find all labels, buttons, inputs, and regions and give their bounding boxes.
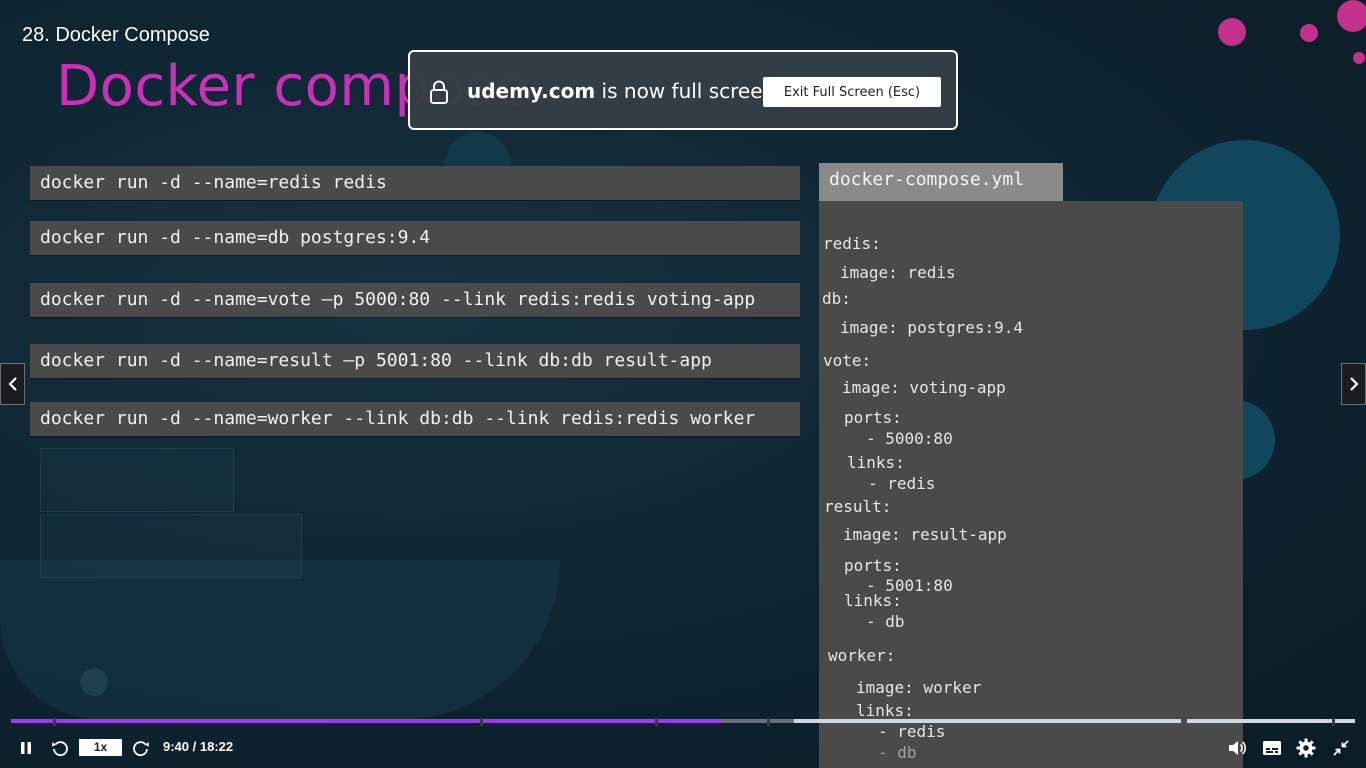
- bg-docker-whale: [40, 448, 234, 512]
- exit-fullscreen-player-button[interactable]: [1330, 737, 1352, 759]
- yml-line: links:: [844, 591, 902, 610]
- chapter-marker[interactable]: [1332, 718, 1335, 726]
- fullscreen-domain: udemy.com: [467, 79, 596, 103]
- lock-icon: [430, 80, 448, 104]
- yml-line: ports:: [844, 408, 902, 427]
- play-pause-button[interactable]: [16, 738, 36, 758]
- yml-line: image: worker: [856, 678, 982, 697]
- settings-button[interactable]: [1295, 737, 1317, 759]
- exit-fullscreen-icon: [1333, 740, 1349, 756]
- time-display: 9:40 / 18:22: [163, 739, 234, 754]
- yml-line: - db: [866, 612, 905, 631]
- yml-line: result:: [824, 497, 892, 516]
- yml-line: image: postgres:9.4: [840, 318, 1024, 337]
- yml-filename-tab: docker-compose.yml: [819, 163, 1063, 201]
- progress-played: [11, 719, 721, 723]
- bg-bubble: [1218, 18, 1246, 46]
- exit-fullscreen-button[interactable]: Exit Full Screen (Esc): [763, 77, 941, 107]
- yml-line: image: redis: [840, 263, 956, 282]
- forward-5-icon: [133, 741, 149, 757]
- yml-line: - redis: [878, 722, 946, 741]
- yml-line: - redis: [868, 474, 936, 493]
- next-lecture-button[interactable]: [1341, 363, 1366, 405]
- pause-icon: [21, 742, 31, 754]
- fullscreen-message: udemy.com is now full screen: [467, 79, 775, 103]
- command-line: docker run -d --name=vote –p 5000:80 --l…: [30, 283, 800, 317]
- yml-line: redis:: [823, 234, 881, 253]
- yml-line: worker:: [828, 646, 896, 665]
- command-line: docker run -d --name=db postgres:9.4: [30, 221, 800, 255]
- previous-lecture-button[interactable]: [0, 363, 25, 405]
- yml-line: links:: [847, 453, 905, 472]
- chapter-marker[interactable]: [767, 718, 770, 726]
- yml-line: - db: [878, 743, 917, 762]
- yml-line: - 5000:80: [866, 429, 953, 448]
- command-line: docker run -d --name=result –p 5001:80 -…: [30, 344, 800, 378]
- captions-button[interactable]: [1261, 737, 1283, 759]
- lecture-title: 28. Docker Compose: [22, 24, 210, 46]
- volume-button[interactable]: [1226, 737, 1248, 759]
- yml-line: vote:: [823, 351, 872, 370]
- chapter-marker[interactable]: [655, 718, 658, 726]
- rewind-5-icon: [52, 741, 68, 757]
- volume-icon: [1229, 741, 1247, 755]
- fullscreen-text: is now full screen: [595, 79, 776, 103]
- progress-track: [1187, 719, 1355, 723]
- yml-line: db:: [822, 289, 851, 308]
- yml-line: ports:: [844, 556, 902, 575]
- chevron-right-icon: [1349, 377, 1359, 391]
- command-line: docker run -d --name=redis redis: [30, 166, 800, 200]
- yml-line: image: voting-app: [842, 378, 1006, 397]
- bg-bubble: [1300, 24, 1318, 42]
- yml-line: image: result-app: [843, 525, 1007, 544]
- rewind-button[interactable]: [49, 737, 71, 759]
- playback-speed-button[interactable]: 1x: [79, 739, 122, 756]
- captions-icon: [1263, 741, 1281, 755]
- chapter-marker[interactable]: [480, 718, 483, 726]
- bg-bubble: [1337, 0, 1366, 32]
- forward-button[interactable]: [130, 737, 152, 759]
- bg-bubble: [1353, 52, 1365, 64]
- fullscreen-notice: udemy.com is now full screen Exit Full S…: [408, 50, 958, 130]
- gear-icon: [1296, 738, 1316, 758]
- progress-bar[interactable]: [11, 718, 1355, 726]
- bg-docker-whale: [0, 560, 560, 720]
- chevron-left-icon: [7, 377, 17, 391]
- command-line: docker run -d --name=worker --link db:db…: [30, 402, 800, 436]
- chapter-marker[interactable]: [53, 718, 56, 726]
